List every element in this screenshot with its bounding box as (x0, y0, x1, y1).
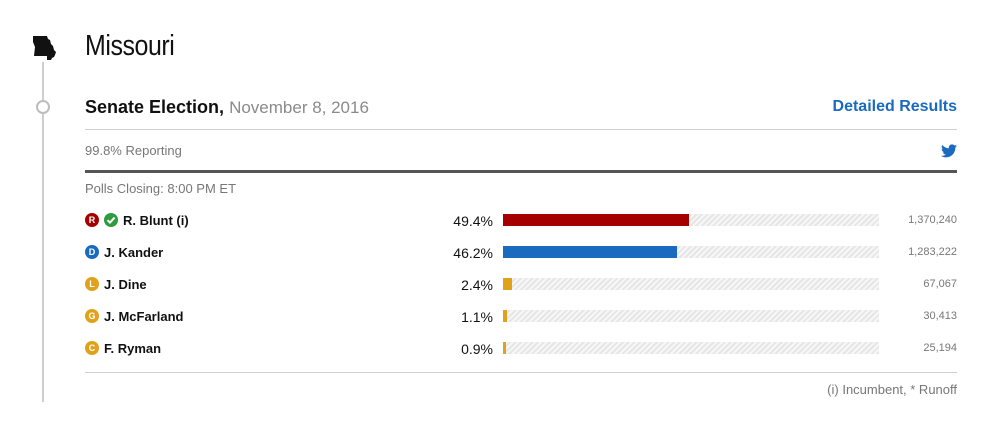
party-badge: L (85, 277, 99, 291)
detailed-results-link[interactable]: Detailed Results (833, 98, 957, 116)
candidate-row: L J. Dine 2.4% 67,067 (85, 271, 957, 303)
vote-count: 1,283,222 (908, 246, 957, 258)
vote-bar-track (503, 310, 879, 322)
twitter-icon[interactable] (941, 144, 957, 158)
vote-bar-fill (503, 214, 689, 226)
reporting-status: 99.8% Reporting (85, 143, 182, 158)
timeline-dot (36, 100, 50, 114)
candidate-name: J. McFarland (104, 309, 184, 324)
candidate-name: J. Dine (104, 277, 147, 292)
race-name: Senate Election, (85, 97, 225, 117)
vote-percentage: 2.4% (461, 277, 493, 293)
race-header: Senate Election, November 8, 2016 Detail… (85, 95, 957, 130)
vote-bar-fill (503, 278, 513, 290)
vote-count: 30,413 (923, 310, 957, 322)
reporting-row: 99.8% Reporting (85, 130, 957, 173)
race-date: November 8, 2016 (229, 98, 369, 117)
candidate-name: R. Blunt (i) (123, 213, 189, 228)
race-title: Senate Election, November 8, 2016 (85, 97, 369, 118)
footnote: (i) Incumbent, * Runoff (827, 382, 957, 397)
party-badge: D (85, 245, 99, 259)
vote-percentage: 49.4% (453, 213, 493, 229)
candidate-name: F. Ryman (104, 341, 162, 356)
state-title: Missouri (85, 30, 175, 62)
party-badge: C (85, 341, 99, 355)
vote-percentage: 0.9% (461, 341, 493, 357)
candidate-row: C F. Ryman 0.9% 25,194 (85, 335, 957, 367)
candidate-row: G J. McFarland 1.1% 30,413 (85, 303, 957, 335)
vote-bar-fill (503, 310, 508, 322)
vote-percentage: 46.2% (453, 245, 493, 261)
vote-bar-fill (503, 342, 507, 354)
missouri-state-icon (33, 36, 56, 60)
vote-count: 67,067 (923, 278, 957, 290)
vote-bar-track (503, 342, 879, 354)
vote-percentage: 1.1% (461, 309, 493, 325)
polls-closing-time: Polls Closing: 8:00 PM ET (85, 181, 237, 196)
results-list: R R. Blunt (i) 49.4% 1,370,240 D J. Kander 46.… (85, 207, 957, 367)
candidate-name: J. Kander (104, 245, 164, 260)
vote-bar-fill (503, 246, 677, 258)
vote-count: 25,194 (923, 342, 957, 354)
candidate-row: D J. Kander 46.2% 1,283,222 (85, 239, 957, 271)
candidate-row: R R. Blunt (i) 49.4% 1,370,240 (85, 207, 957, 239)
winner-check-icon (104, 213, 118, 227)
divider (85, 372, 957, 373)
party-badge: R (85, 213, 99, 227)
vote-bar-track (503, 214, 879, 226)
vote-count: 1,370,240 (908, 214, 957, 226)
party-badge: G (85, 309, 99, 323)
vote-bar-track (503, 278, 879, 290)
vote-bar-track (503, 246, 879, 258)
